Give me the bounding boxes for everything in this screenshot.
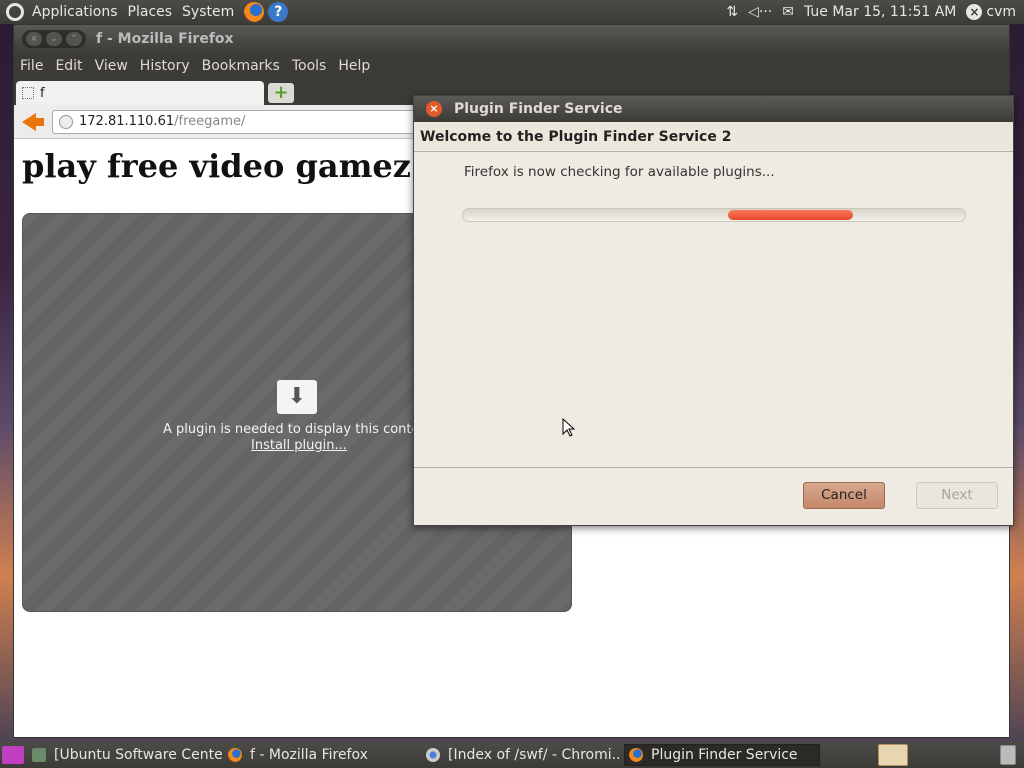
- firefox-menubar: File Edit View History Bookmarks Tools H…: [14, 53, 1009, 79]
- help-icon[interactable]: ?: [268, 2, 289, 22]
- user-menu[interactable]: × cvm: [966, 4, 1016, 20]
- taskbar-label: Plugin Finder Service: [651, 747, 798, 763]
- page-favicon-icon: [22, 87, 34, 99]
- new-tab-button[interactable]: +: [268, 83, 294, 103]
- volume-icon[interactable]: ◁···: [748, 4, 772, 20]
- firefox-titlebar[interactable]: × ⌄ ⌃ f - Mozilla Firefox: [14, 25, 1009, 53]
- firefox-icon: [629, 748, 643, 762]
- taskbar-item-software-center[interactable]: [Ubuntu Software Center]: [28, 744, 222, 766]
- clock[interactable]: Tue Mar 15, 11:51 AM: [804, 4, 956, 20]
- taskbar-item-chromium[interactable]: [Index of /swf/ - Chromi...: [422, 744, 622, 766]
- tab-title: f: [40, 85, 45, 101]
- panel-indicators: ⇅ ◁··· ✉ Tue Mar 15, 11:51 AM × cvm: [726, 0, 1016, 24]
- cancel-button[interactable]: Cancel: [803, 482, 885, 509]
- window-title: f - Mozilla Firefox: [96, 31, 234, 47]
- progress-indicator: [728, 210, 853, 220]
- menu-tools[interactable]: Tools: [292, 58, 327, 74]
- window-controls: × ⌄ ⌃: [22, 30, 86, 48]
- bottom-panel: [Ubuntu Software Center] f - Mozilla Fir…: [0, 742, 1024, 768]
- session-close-icon: ×: [966, 4, 983, 20]
- page-heading: play free video gamez: [22, 147, 411, 185]
- network-icon[interactable]: ⇅: [726, 4, 738, 20]
- workspace-switcher-icon[interactable]: [878, 744, 908, 766]
- taskbar-label: [Ubuntu Software Center]: [54, 747, 222, 763]
- tab-f[interactable]: f: [16, 81, 264, 105]
- firefox-launcher-icon[interactable]: [244, 2, 265, 22]
- maximize-window-button[interactable]: ⌃: [66, 32, 82, 46]
- menu-history[interactable]: History: [140, 58, 190, 74]
- dialog-titlebar[interactable]: × Plugin Finder Service: [414, 96, 1013, 122]
- mail-icon[interactable]: ✉: [782, 4, 794, 20]
- ubuntu-logo-icon[interactable]: [6, 3, 24, 21]
- install-plugin-link[interactable]: Install plugin...: [251, 438, 347, 453]
- top-panel: Applications Places System ? ⇅ ◁··· ✉ Tu…: [0, 0, 1024, 24]
- plugin-download-icon[interactable]: ⬇: [277, 380, 317, 414]
- menu-applications[interactable]: Applications: [32, 4, 118, 20]
- menu-system[interactable]: System: [182, 4, 234, 20]
- close-window-button[interactable]: ×: [26, 32, 42, 46]
- taskbar-item-firefox[interactable]: f - Mozilla Firefox: [224, 744, 420, 766]
- menu-file[interactable]: File: [20, 58, 43, 74]
- url-host: 172.81.110.61: [79, 114, 175, 129]
- dialog-separator: [414, 467, 1013, 468]
- taskbar-item-plugin-finder[interactable]: Plugin Finder Service: [624, 744, 820, 766]
- menu-edit[interactable]: Edit: [55, 58, 82, 74]
- menu-bookmarks[interactable]: Bookmarks: [202, 58, 280, 74]
- trash-icon[interactable]: [1000, 745, 1016, 765]
- back-arrow-icon[interactable]: [22, 111, 44, 133]
- software-center-icon: [32, 748, 46, 762]
- menu-places[interactable]: Places: [128, 4, 173, 20]
- next-button[interactable]: Next: [916, 482, 998, 509]
- show-desktop-icon[interactable]: [2, 746, 24, 764]
- chromium-icon: [426, 748, 440, 762]
- dialog-title: Plugin Finder Service: [454, 101, 623, 117]
- taskbar-label: [Index of /swf/ - Chromi...: [448, 747, 622, 763]
- url-bar[interactable]: 172.81.110.61/freegame/: [52, 109, 452, 134]
- progress-bar: [462, 208, 966, 222]
- minimize-window-button[interactable]: ⌄: [46, 32, 62, 46]
- url-path: /freegame/: [174, 114, 246, 129]
- dialog-status-text: Firefox is now checking for available pl…: [464, 164, 775, 180]
- firefox-icon: [228, 748, 242, 762]
- plugin-finder-dialog: × Plugin Finder Service Welcome to the P…: [413, 95, 1014, 526]
- menu-help[interactable]: Help: [338, 58, 370, 74]
- username: cvm: [986, 4, 1016, 20]
- site-identity-icon[interactable]: [59, 114, 73, 129]
- dialog-close-icon[interactable]: ×: [426, 101, 442, 117]
- top-menu: Applications Places System: [32, 0, 244, 24]
- dialog-header: Welcome to the Plugin Finder Service 2: [414, 122, 1013, 152]
- taskbar-label: f - Mozilla Firefox: [250, 747, 368, 763]
- menu-view[interactable]: View: [95, 58, 128, 74]
